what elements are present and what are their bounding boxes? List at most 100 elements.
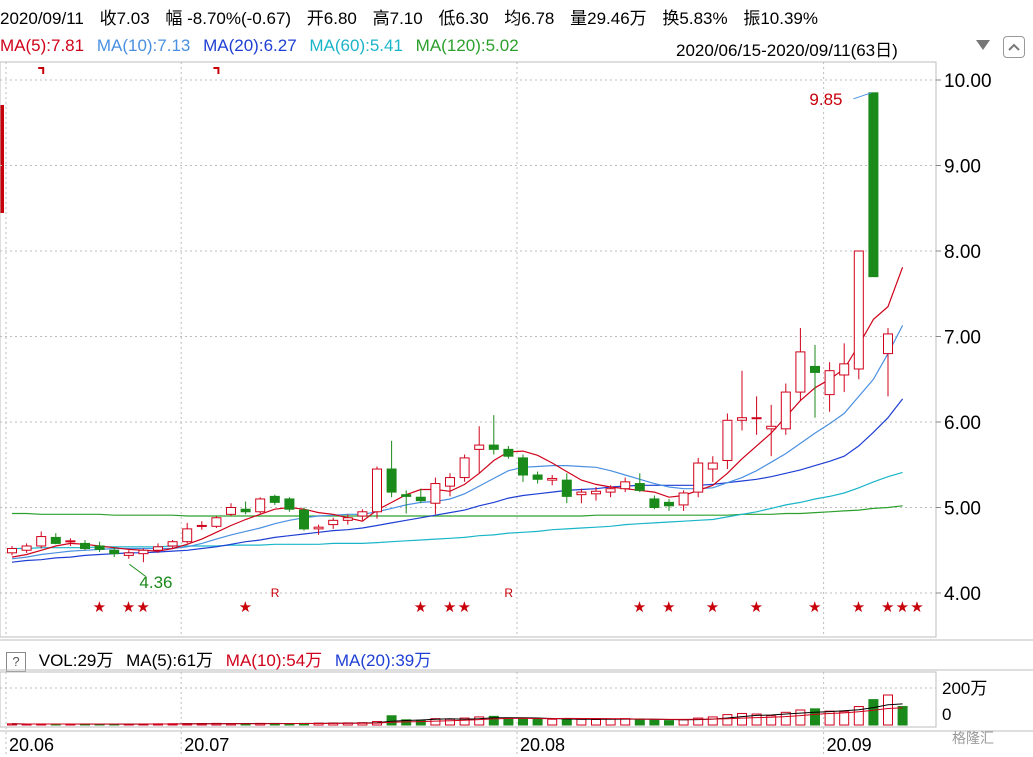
candle <box>664 498 674 511</box>
candle <box>503 445 514 459</box>
candle <box>853 250 864 380</box>
volume-bar <box>547 718 558 726</box>
price-tick-label: 9.00 <box>944 157 981 178</box>
candle <box>634 473 645 493</box>
volume-bar <box>795 709 806 726</box>
volume-bar <box>561 718 572 726</box>
ma60-line <box>12 471 903 550</box>
candle <box>430 477 441 515</box>
candle <box>839 343 850 393</box>
date-tick-label: 20.08 <box>520 735 565 755</box>
star-marker: ★ <box>706 598 719 616</box>
price-axis: 10.00 9.00 8.00 7.00 6.00 5.00 4.00 <box>936 71 992 605</box>
star-marker: ★ <box>633 598 646 616</box>
candle <box>868 92 879 278</box>
candle <box>488 415 499 455</box>
candle <box>459 454 470 482</box>
volume-bar <box>678 719 689 726</box>
star-marker: ★ <box>881 598 894 616</box>
volume-bar <box>649 719 660 726</box>
star-marker: ★ <box>239 598 252 616</box>
flag-marker <box>38 67 45 74</box>
star-marker: ★ <box>750 598 763 616</box>
date-tick-label: 20.09 <box>827 735 872 755</box>
candle <box>7 545 17 556</box>
star-marker: ★ <box>896 598 909 616</box>
candle <box>474 426 485 474</box>
candle <box>269 494 280 505</box>
candle <box>824 362 835 412</box>
volume-bars <box>7 694 908 726</box>
price-tick-label: 5.00 <box>944 499 981 520</box>
candle <box>240 501 251 515</box>
ma10-line <box>11 325 904 560</box>
candle <box>211 516 222 529</box>
volume-bar <box>707 716 718 726</box>
candle <box>722 413 733 470</box>
volume-bar <box>722 714 733 726</box>
date-tick-label: 20.06 <box>9 735 54 755</box>
candle <box>649 495 660 510</box>
volume-tick-top: 200万 <box>942 679 987 698</box>
candle <box>693 457 704 498</box>
volume-bar <box>634 718 645 726</box>
date-tick-label: 20.07 <box>184 735 229 755</box>
volume-bar <box>532 718 543 726</box>
candle <box>138 548 149 563</box>
price-tick-label: 4.00 <box>944 584 981 605</box>
candle <box>751 396 762 435</box>
candle <box>518 454 528 482</box>
star-marker: ★ <box>136 598 149 616</box>
candle <box>313 524 324 535</box>
star-marker: ★ <box>852 598 865 616</box>
volume-tick-zero: 0 <box>942 705 951 724</box>
star-marker: ★ <box>808 598 821 616</box>
price-tick-label: 10.00 <box>944 71 992 92</box>
candle <box>255 497 266 514</box>
candle <box>123 550 134 559</box>
volume-bar <box>605 718 616 726</box>
candle <box>94 541 105 552</box>
candle <box>810 345 820 418</box>
volume-bar <box>386 715 397 726</box>
high-annotation: 9.85 <box>809 90 842 109</box>
star-marker: ★ <box>662 598 675 616</box>
volume-bar <box>897 706 908 726</box>
candle <box>532 471 543 484</box>
kline-chart[interactable]: ★ ★ ★ ★ ★ ★ ★ ★ ★ ★ ★ ★ ★ ★ ★ ★R R 10.009.008.007.006.00… <box>0 0 1033 757</box>
candle <box>386 440 397 498</box>
candle <box>299 507 309 531</box>
volume-bar <box>883 694 893 726</box>
star-marker: ★ <box>414 598 427 616</box>
r-marker: R <box>271 586 280 600</box>
candle <box>576 488 587 504</box>
volume-bar <box>503 717 514 726</box>
star-marker: ★ <box>122 598 135 616</box>
volume-bar <box>591 718 601 726</box>
candle <box>547 475 558 486</box>
volume-bar <box>868 699 879 726</box>
low-annotation: 4.36 <box>139 573 172 592</box>
moving-average-lines <box>11 266 904 563</box>
candle <box>445 473 455 497</box>
candle <box>65 538 76 546</box>
volume-bar <box>810 708 820 726</box>
candle <box>620 477 631 493</box>
candle <box>284 497 295 512</box>
candle <box>50 533 61 545</box>
candle <box>561 473 572 504</box>
candle <box>21 543 32 553</box>
volume-bar <box>737 712 747 726</box>
candle <box>766 404 777 457</box>
volume-bar <box>518 718 528 726</box>
price-tick-label: 7.00 <box>944 328 981 349</box>
date-axis: 20.06 20.07 20.08 20.09 <box>9 735 872 755</box>
candle <box>795 327 806 401</box>
watermark-logo: 格隆汇 <box>952 730 994 746</box>
price-tick-label: 8.00 <box>944 242 981 263</box>
ma5-line <box>11 266 904 558</box>
star-marker: ★ <box>93 598 106 616</box>
price-tick-label: 6.00 <box>944 413 981 434</box>
candle <box>182 522 193 544</box>
flag-marker <box>213 67 220 74</box>
